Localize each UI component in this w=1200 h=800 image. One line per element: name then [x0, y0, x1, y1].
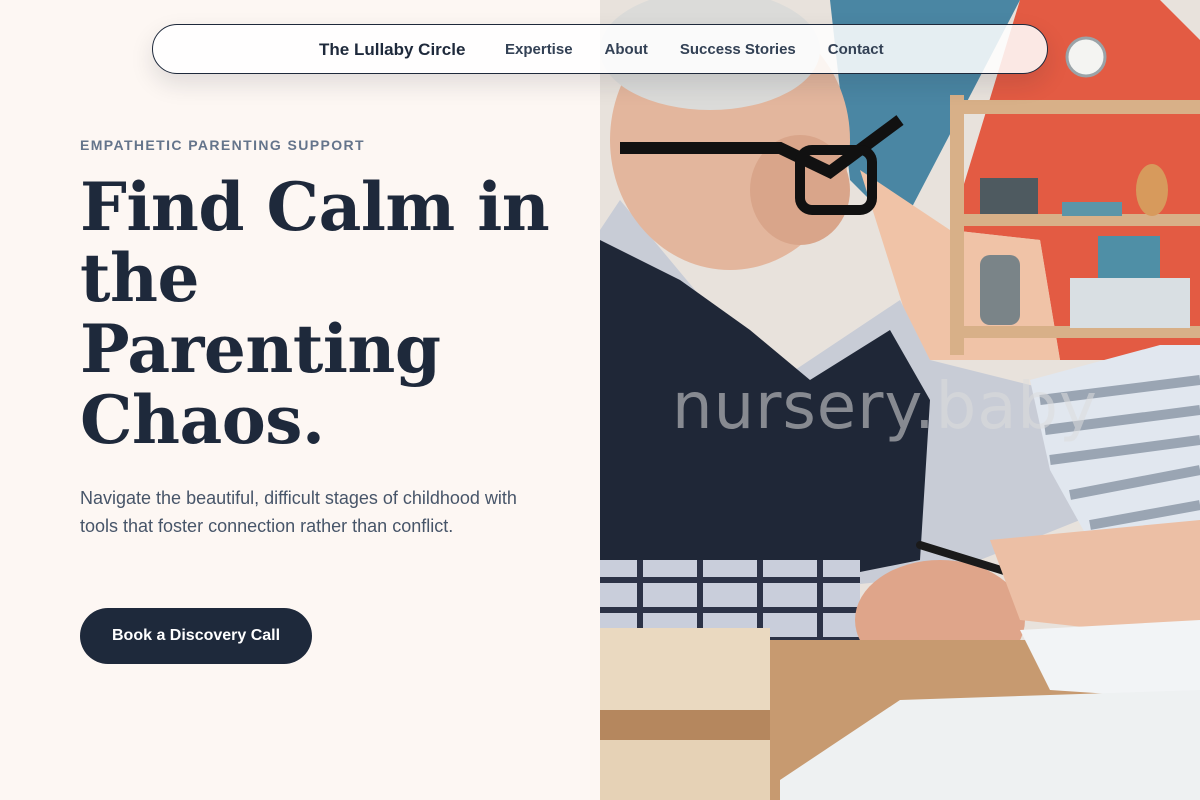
book-discovery-call-button[interactable]: Book a Discovery Call [80, 608, 313, 664]
photo-watermark: nursery.baby [672, 370, 1098, 444]
hero-photo: nursery.baby [600, 0, 1200, 800]
hero-eyebrow: EMPATHETIC PARENTING SUPPORT [80, 137, 365, 153]
nav-link-expertise[interactable]: Expertise [505, 41, 573, 58]
nav-links: Expertise About Success Stories Contact [505, 41, 916, 58]
hero-headline: Find Calm in the Parenting Chaos. [80, 168, 550, 459]
nav-link-about[interactable]: About [605, 41, 648, 58]
hero-subtext: Navigate the beautiful, difficult stages… [80, 488, 517, 536]
hero-section: EMPATHETIC PARENTING SUPPORT Find Calm i… [0, 0, 600, 800]
nav-link-contact[interactable]: Contact [828, 41, 884, 58]
top-navbar: The Lullaby Circle Expertise About Succe… [152, 24, 1048, 74]
brand-logo-link[interactable]: The Lullaby Circle [319, 40, 465, 60]
nav-link-success-stories[interactable]: Success Stories [680, 41, 796, 58]
